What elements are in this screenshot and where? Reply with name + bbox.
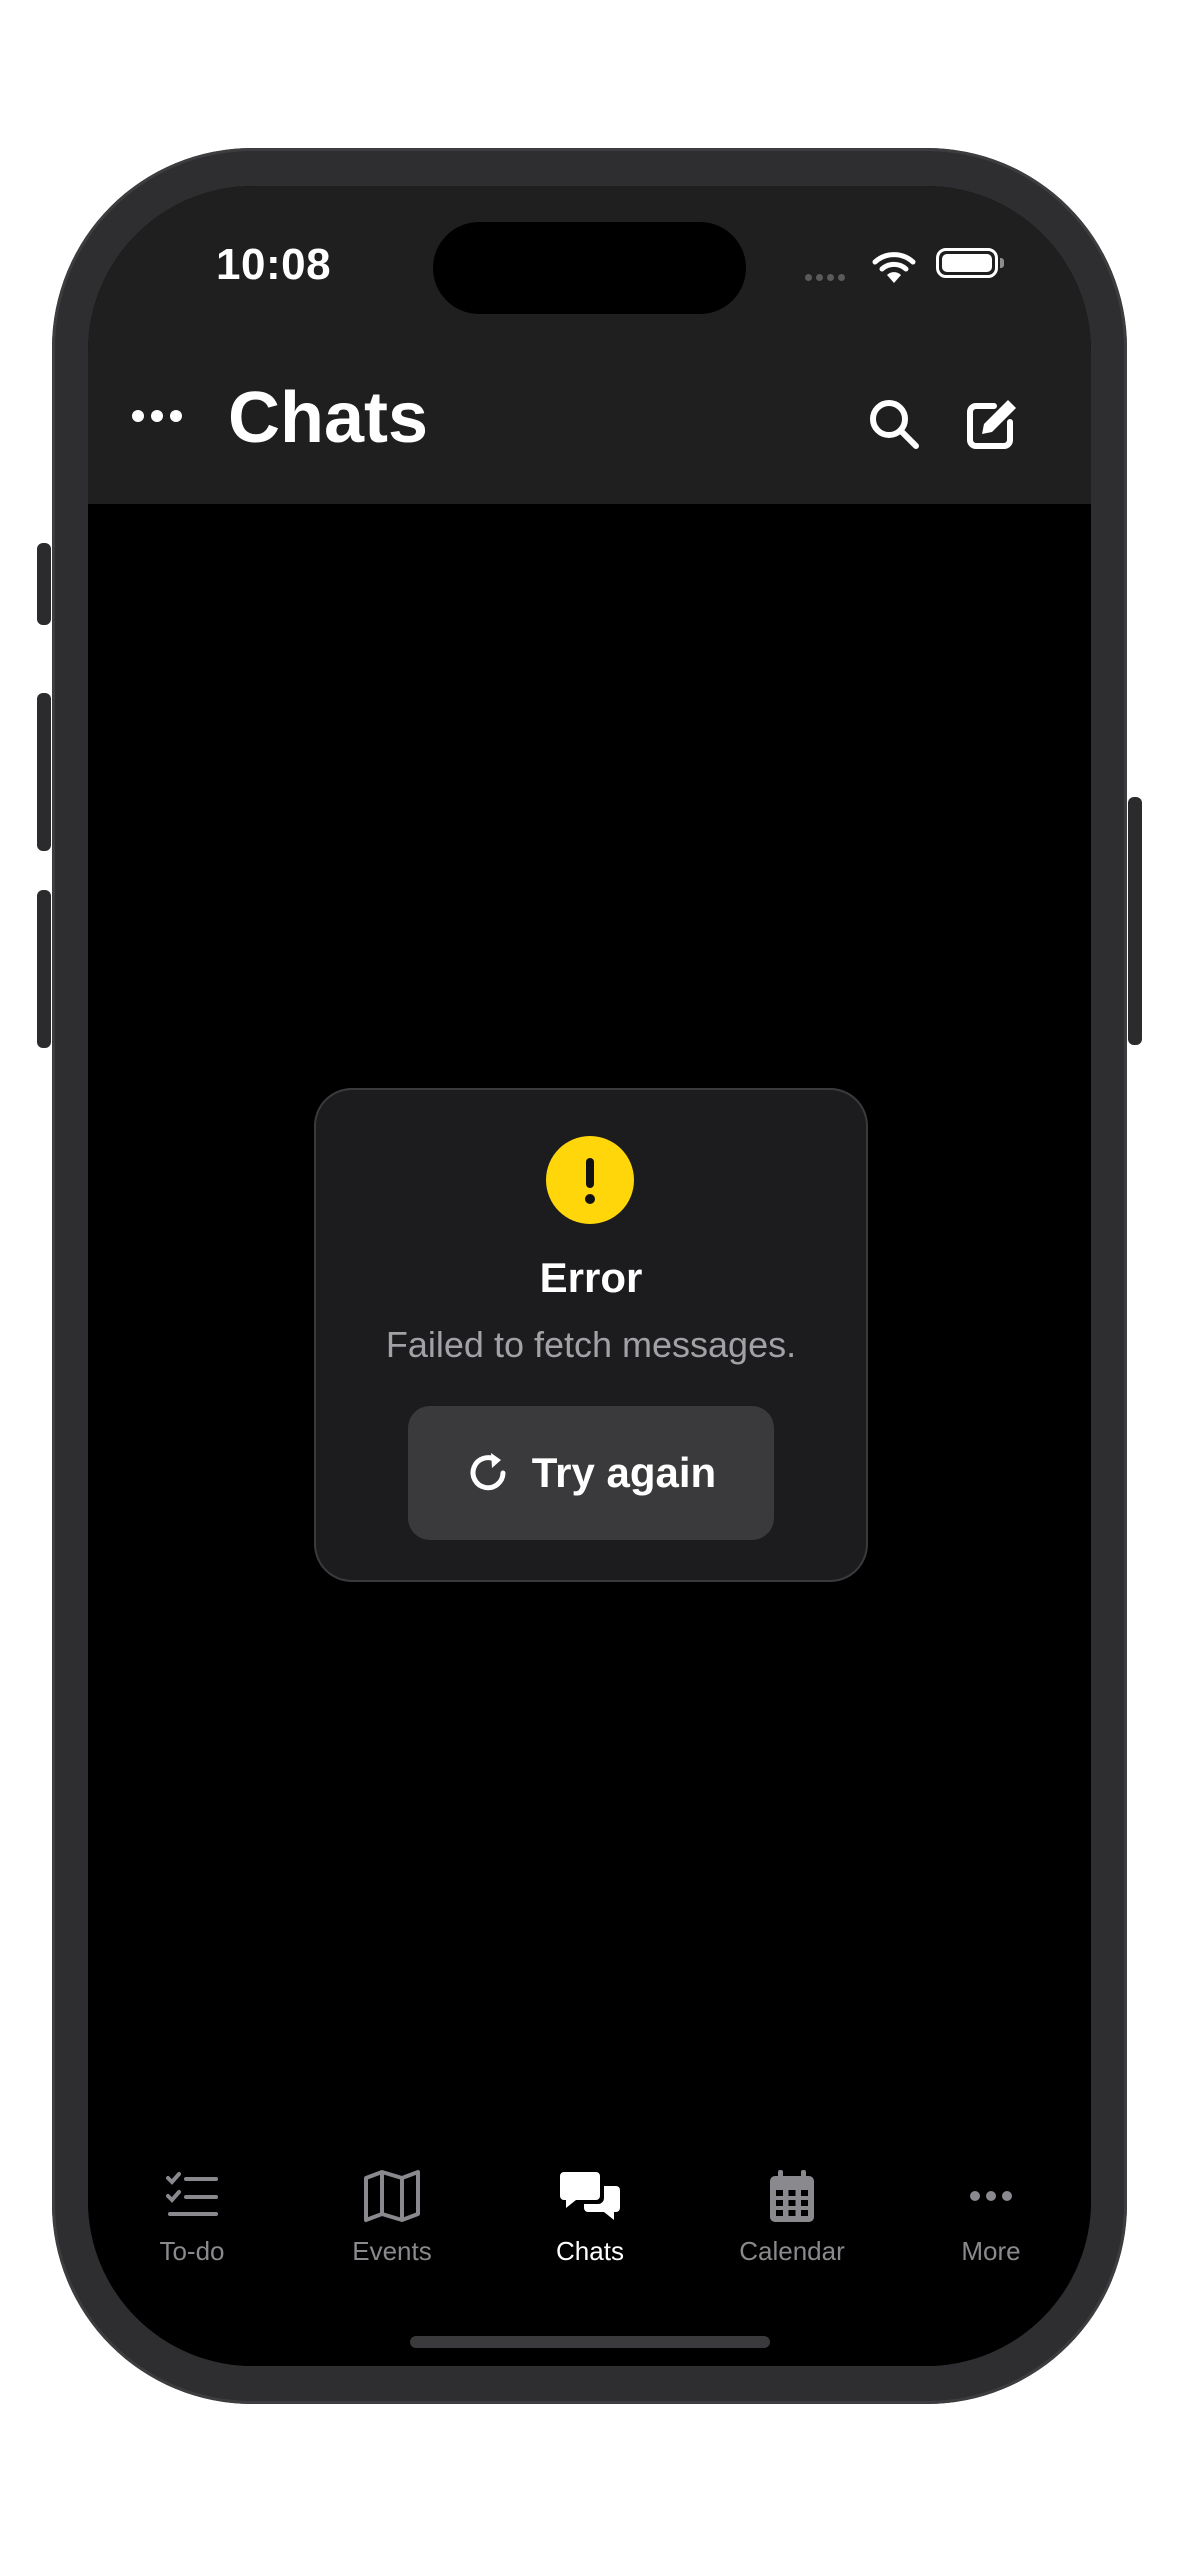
checklist-icon	[166, 2172, 218, 2216]
wifi-icon	[872, 252, 916, 283]
try-again-label: Try again	[531, 1449, 717, 1496]
volume-down-button	[37, 890, 51, 1048]
warning-icon	[546, 1136, 634, 1224]
cellular-signal-icon	[805, 274, 845, 281]
search-icon[interactable]	[866, 396, 922, 452]
tab-label: More	[961, 2236, 1021, 2266]
tab-label: To-do	[159, 2236, 225, 2266]
more-horizontal-icon[interactable]	[126, 404, 188, 428]
volume-up-button	[37, 693, 51, 851]
tab-to-do[interactable]: To-do	[92, 2166, 292, 2286]
error-card: Error Failed to fetch messages. Try agai…	[314, 1088, 868, 1582]
calendar-icon	[770, 2170, 814, 2222]
screen: 10:08 Chats Error Failed to fetch messag…	[88, 186, 1091, 2366]
dynamic-island	[433, 222, 746, 314]
map-icon	[364, 2170, 420, 2222]
error-title: Error	[539, 1254, 643, 1301]
page-title: Chats	[228, 378, 429, 458]
battery-cap	[1000, 258, 1004, 268]
action-button	[37, 543, 51, 625]
tab-label: Chats	[556, 2236, 624, 2266]
tab-calendar[interactable]: Calendar	[692, 2166, 892, 2286]
home-indicator[interactable]	[410, 2336, 770, 2348]
refresh-icon	[470, 1453, 506, 1491]
battery-icon	[936, 248, 998, 278]
tab-label: Calendar	[739, 2236, 845, 2266]
chat-bubbles-icon	[560, 2172, 620, 2220]
power-button	[1128, 797, 1142, 1045]
tab-label: Events	[352, 2236, 432, 2266]
try-again-button[interactable]: Try again	[408, 1406, 774, 1540]
error-message: Failed to fetch messages.	[385, 1324, 797, 1365]
tab-events[interactable]: Events	[292, 2166, 492, 2286]
more-horizontal-icon	[970, 2191, 1012, 2201]
tab-more[interactable]: More	[891, 2166, 1091, 2286]
navigation-header: 10:08 Chats	[88, 186, 1091, 504]
tab-chats[interactable]: Chats	[490, 2166, 690, 2286]
status-time: 10:08	[216, 240, 332, 289]
compose-icon[interactable]	[964, 396, 1020, 452]
